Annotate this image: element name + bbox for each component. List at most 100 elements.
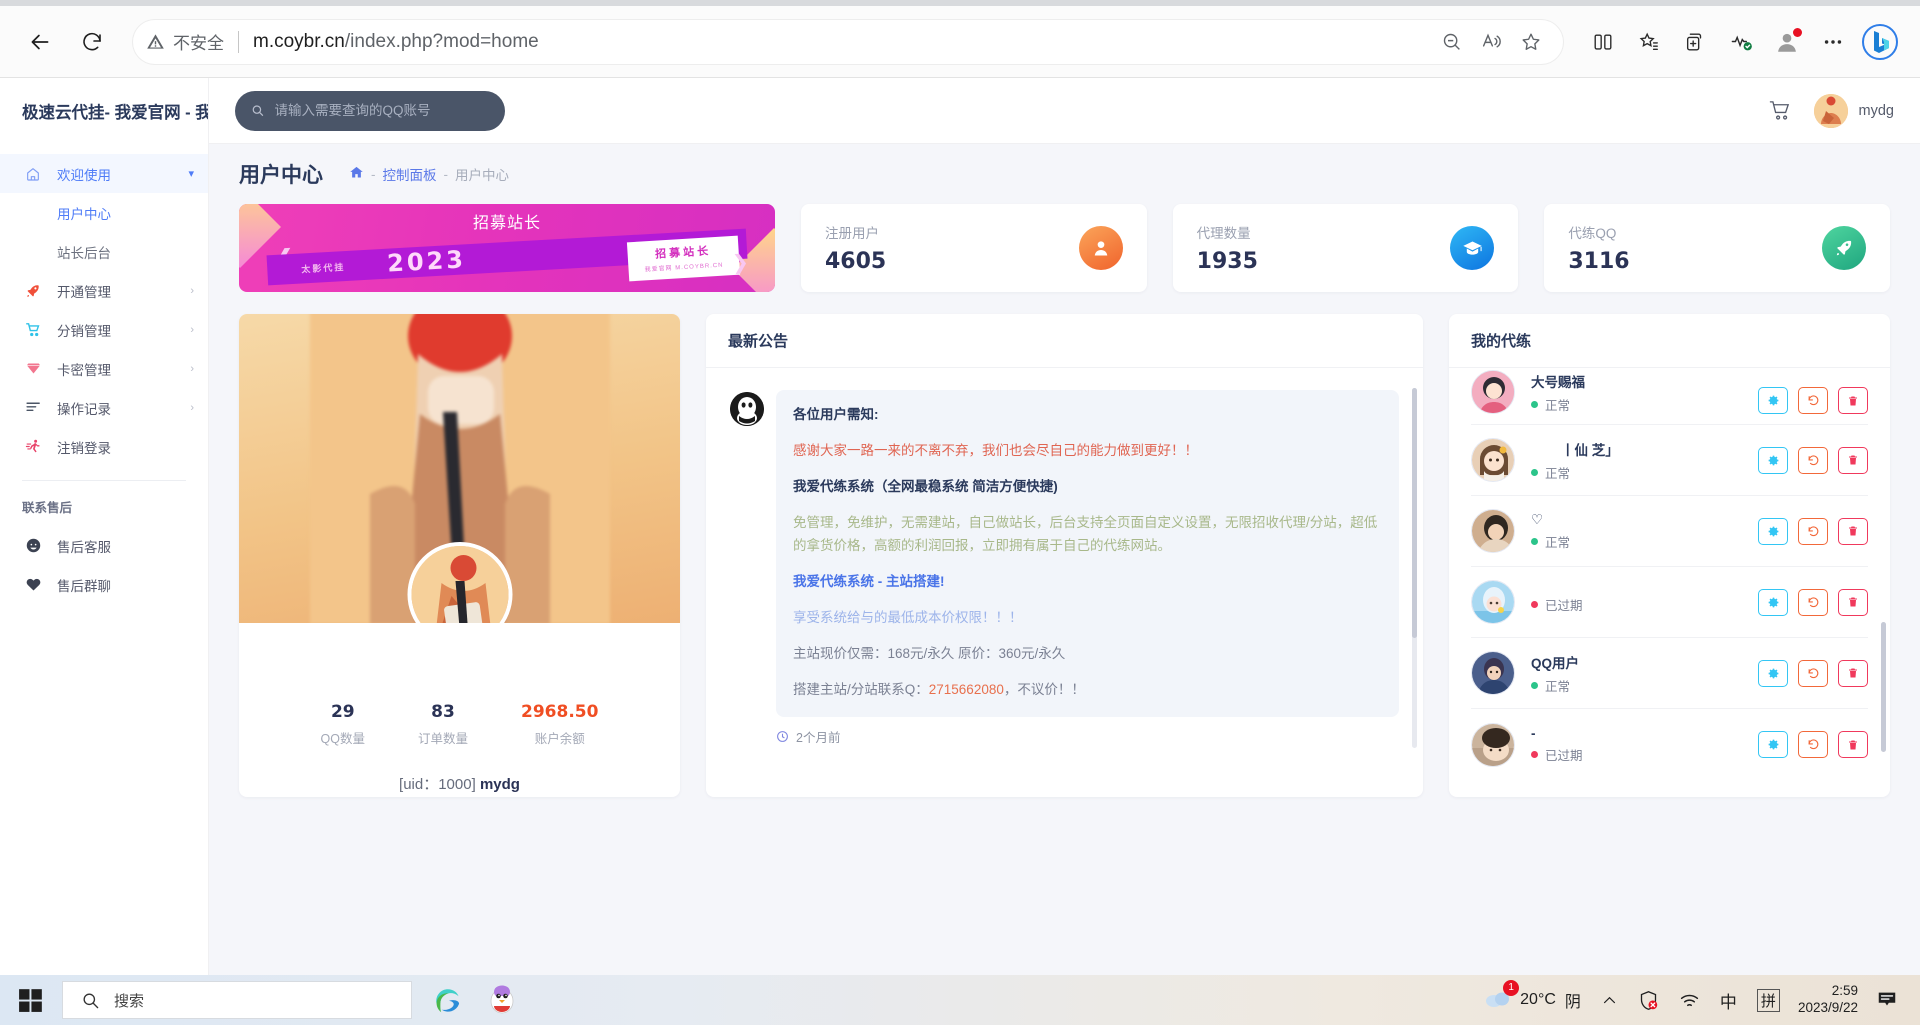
gem-icon [22, 360, 44, 377]
profile-stat-order-count: 83 订单数量 [418, 702, 468, 747]
trash-icon[interactable] [1838, 446, 1868, 474]
contact-prefix: 搭建主站/分站联系Q： [793, 681, 929, 697]
taskbar-clock[interactable]: 2:59 2023/9/22 [1790, 983, 1866, 1017]
cart-icon[interactable] [1769, 99, 1792, 122]
avatar [1813, 93, 1848, 128]
profile-icon[interactable] [1766, 21, 1808, 63]
favorites-list-icon[interactable] [1628, 21, 1670, 63]
status-dot-icon [1531, 537, 1538, 545]
back-button[interactable] [18, 20, 62, 64]
status-dot-icon [1531, 468, 1538, 476]
trash-icon[interactable] [1838, 731, 1868, 758]
agent-name: 大号赐福 [1531, 375, 1585, 390]
edge-icon[interactable] [424, 978, 472, 1022]
avatar [1471, 722, 1515, 767]
list-item[interactable]: 丨仙 芝」 正常 [1471, 425, 1868, 496]
main-row: 29 QQ数量 83 订单数量 2968.50 账户余额 [uid：1000] … [239, 314, 1890, 797]
home-icon[interactable] [349, 165, 364, 184]
breadcrumb-sep: - [443, 166, 449, 182]
agents-scrollbar[interactable] [1881, 372, 1886, 792]
browser-essentials-icon[interactable] [1720, 21, 1762, 63]
ime-language-mode[interactable]: 中 [1710, 978, 1747, 1022]
sidebar-item-distribution[interactable]: 分销管理 › [0, 310, 208, 349]
copilot-bing-icon[interactable] [1858, 20, 1902, 64]
profile-stat-qq-count: 29 QQ数量 [321, 702, 365, 747]
user-menu[interactable]: mydg [1813, 93, 1894, 128]
agents-list[interactable]: 大号赐福 正常 丨仙 芝」 正常 ♡ 正常 已过期 QQ用户 正常 - 已过期 [1449, 368, 1890, 797]
trash-icon[interactable] [1838, 517, 1868, 545]
sidebar-item-label: 售后客服 [57, 539, 111, 555]
qq-icon[interactable] [478, 978, 526, 1022]
sidebar-item-user-center[interactable]: 用户中心 [0, 193, 208, 232]
avatar [1471, 651, 1515, 695]
read-aloud-icon[interactable] [1472, 23, 1510, 61]
gear-icon[interactable] [1758, 731, 1788, 758]
sidebar-item-welcome[interactable]: 欢迎使用 ▾ [0, 154, 208, 193]
trash-icon[interactable] [1838, 659, 1868, 687]
taskbar-search[interactable]: 搜索 [62, 981, 412, 1019]
stat-value: 83 [431, 702, 455, 722]
notice-bubble: 各位用户需知: 感谢大家一路一来的不离不弃，我们也会尽自己的能力做到更好！！ 我… [776, 390, 1399, 718]
notice-line: 免管理，免维护，无需建站，自己做站长，后台支持全页面自定义设置，无限招收代理/分… [793, 514, 1378, 553]
banner-year: 2023 [386, 245, 467, 278]
sidebar-item-card-keys[interactable]: 卡密管理 › [0, 349, 208, 388]
trash-icon[interactable] [1838, 387, 1868, 414]
sidebar-item-operation-log[interactable]: 操作记录 › [0, 388, 208, 427]
notification-icon[interactable] [1866, 978, 1908, 1022]
list-item[interactable]: ♡ 正常 [1471, 496, 1868, 567]
qq-search-box[interactable] [235, 90, 505, 131]
search-input[interactable] [274, 103, 489, 118]
list-item[interactable]: 已过期 [1471, 567, 1868, 638]
gear-icon[interactable] [1758, 387, 1788, 414]
refresh-icon[interactable] [1798, 588, 1828, 616]
status-dot-icon [1531, 681, 1538, 689]
sidebar-item-support-service[interactable]: 售后客服 [0, 526, 208, 565]
notice-scrollbar[interactable] [1412, 388, 1417, 748]
sidebar-item-admin-panel[interactable]: 站长后台 [0, 232, 208, 271]
show-hidden-icons[interactable] [1591, 978, 1628, 1022]
weather-widget[interactable]: 1 20°C 阴 [1475, 978, 1591, 1022]
sidebar-item-support-group[interactable]: 售后群聊 [0, 565, 208, 604]
chevron-right-icon: › [190, 362, 194, 375]
recruit-banner[interactable]: 招募站长 ❮ 太影代挂 2023 招募站长 我爱官网 M.COYBR.CN ❯ [239, 204, 775, 292]
more-options-icon[interactable] [1812, 21, 1854, 63]
status-badge: 已过期 [1531, 745, 1758, 764]
add-collection-icon[interactable] [1674, 21, 1716, 63]
list-item[interactable]: QQ用户 正常 [1471, 638, 1868, 709]
sidebar-item-activation[interactable]: 开通管理 › [0, 271, 208, 310]
defender-icon[interactable] [1628, 978, 1669, 1022]
uid-prefix: [uid： [399, 776, 439, 793]
gear-icon[interactable] [1758, 659, 1788, 687]
stat-value: 1935 [1196, 249, 1258, 274]
list-item[interactable]: - 已过期 [1471, 709, 1868, 780]
gear-icon[interactable] [1758, 446, 1788, 474]
security-warning[interactable]: 不安全 [146, 29, 224, 54]
split-screen-icon[interactable] [1582, 21, 1624, 63]
refresh-icon[interactable] [1798, 731, 1828, 758]
url-host: m.coybr.cn [253, 30, 345, 52]
favorite-star-icon[interactable] [1512, 23, 1550, 61]
avatar [1471, 438, 1515, 482]
clock-date: 2023/9/22 [1797, 1000, 1858, 1015]
gear-icon[interactable] [1758, 517, 1788, 545]
refresh-icon[interactable] [1798, 446, 1828, 474]
stat-card-agent-count: 代理数量 1935 [1172, 204, 1519, 292]
gear-icon[interactable] [1758, 588, 1788, 616]
refresh-icon[interactable] [1798, 659, 1828, 687]
windows-start-icon[interactable] [0, 987, 62, 1013]
address-bar[interactable]: 不安全 m.coybr.cn/index.php?mod=home [132, 18, 1564, 65]
sidebar-item-logout[interactable]: 注销登录 [0, 427, 208, 466]
network-icon[interactable] [1669, 978, 1710, 1022]
list-item[interactable]: 大号赐福 正常 [1471, 368, 1868, 425]
breadcrumb-item-dashboard[interactable]: 控制面板 [383, 164, 437, 184]
reload-button[interactable] [70, 20, 114, 64]
trash-icon[interactable] [1838, 588, 1868, 616]
refresh-icon[interactable] [1798, 387, 1828, 414]
chevron-down-icon: ▾ [188, 168, 194, 180]
refresh-icon[interactable] [1798, 517, 1828, 545]
zoom-out-icon[interactable] [1432, 23, 1470, 61]
ime-pinyin-mode[interactable]: 拼 [1747, 978, 1790, 1022]
sidebar-item-label: 欢迎使用 [57, 167, 111, 183]
notice-time-text: 2个月前 [796, 731, 841, 746]
status-dot-icon [1531, 600, 1538, 608]
